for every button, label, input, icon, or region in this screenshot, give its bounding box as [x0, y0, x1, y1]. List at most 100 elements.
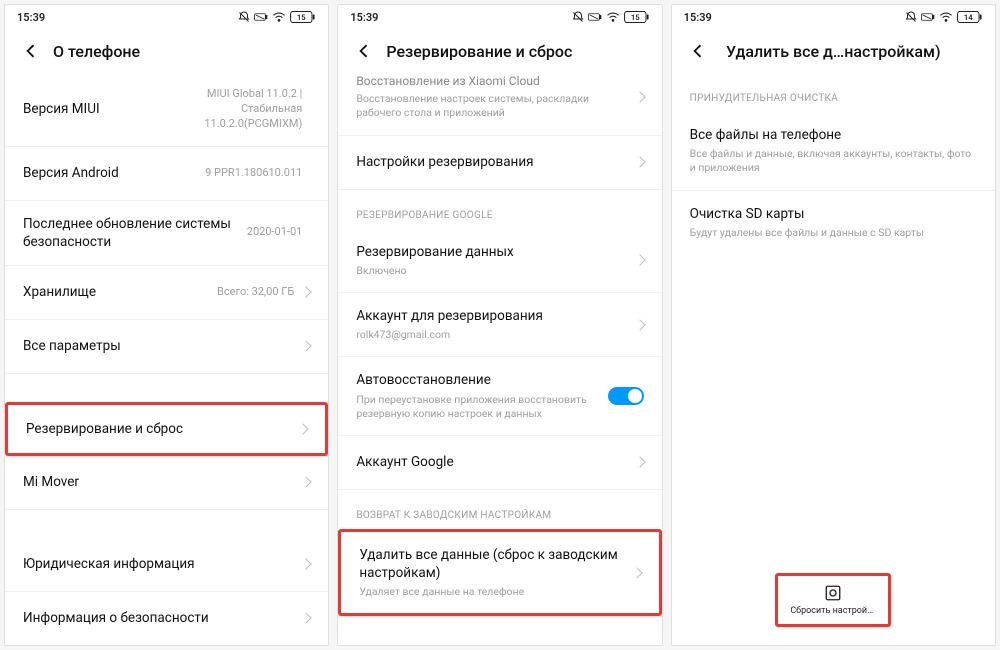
status-icons: 15 [572, 11, 650, 23]
row-label: Все файлы на телефоне [690, 126, 977, 144]
row-label: Резервирование и сброс [26, 420, 299, 438]
chevron-right-icon [634, 156, 645, 167]
row-mi-mover[interactable]: Mi Mover [5, 456, 328, 510]
row-sub: При переустановке приложения восстановит… [356, 393, 601, 421]
chevron-right-icon [298, 423, 309, 434]
back-button[interactable] [680, 33, 716, 69]
row-sub: Удаляет все данные на телефоне [359, 585, 632, 599]
chevron-right-icon [634, 457, 645, 468]
row-all-files[interactable]: Все файлы на телефоне Все файлы и данные… [672, 112, 995, 191]
row-label: Последнее обновление системы безопасност… [23, 215, 247, 251]
section-gap [5, 374, 328, 402]
battery-icon-small [254, 12, 268, 22]
status-icons: 15 [238, 11, 316, 23]
row-security-update[interactable]: Последнее обновление системы безопасност… [5, 201, 328, 266]
reset-settings-button[interactable]: Сбросить настройк… [775, 573, 891, 627]
row-backup-account[interactable]: Аккаунт для резервирования rolk473@gmail… [338, 293, 661, 357]
row-sub: rolk473@gmail.com [356, 328, 635, 342]
chevron-left-icon [688, 41, 708, 61]
row-label: Аккаунт для резервирования [356, 307, 635, 325]
screen-about-phone: 15:39 15 О телефоне Версия MIUI MIUI Glo… [4, 4, 329, 646]
row-storage[interactable]: Хранилище Всего: 32,00 ГБ [5, 266, 328, 320]
row-label: Информация о безопасности [23, 609, 302, 627]
section-header-google: РЕЗЕРВИРОВАНИЕ GOOGLE [338, 190, 661, 229]
row-sub: Включено [356, 264, 635, 278]
row-sub: Будут удалены все файлы и данные с SD ка… [690, 226, 977, 240]
battery-icon-small [921, 12, 935, 22]
row-google-account[interactable]: Аккаунт Google [338, 436, 661, 490]
row-label: Удалить все данные (сброс к заводским на… [359, 546, 632, 582]
chevron-right-icon [301, 613, 312, 624]
header: Удалить все д…настройкам) [672, 29, 995, 73]
chevron-right-icon [301, 341, 312, 352]
chevron-right-icon [301, 477, 312, 488]
dnd-icon [572, 11, 584, 23]
reset-icon [824, 584, 842, 602]
back-button[interactable] [346, 33, 382, 69]
page-title: О телефоне [53, 42, 320, 61]
row-miui-version[interactable]: Версия MIUI MIUI Global 11.0.2 | Стабиль… [5, 73, 328, 147]
chevron-left-icon [354, 41, 374, 61]
row-label: Хранилище [23, 283, 217, 301]
row-label: Все параметры [23, 337, 302, 355]
row-label: Автовосстановление [356, 371, 601, 389]
page-title: Удалить все д…настройкам) [726, 42, 941, 61]
row-value: 9 PPR1.180610.011 [205, 166, 302, 181]
row-label: Юридическая информация [23, 555, 302, 573]
chevron-right-icon [634, 91, 645, 102]
row-erase-all[interactable]: Удалить все данные (сброс к заводским на… [338, 529, 661, 617]
section-gap [5, 510, 328, 538]
row-security-info[interactable]: Информация о безопасности [5, 592, 328, 645]
row-backup-reset[interactable]: Резервирование и сброс [5, 402, 328, 456]
row-sub: Восстановление настроек системы, расклад… [356, 92, 635, 120]
dnd-icon [905, 11, 917, 23]
row-sub: Все файлы и данные, включая аккаунты, ко… [690, 147, 977, 175]
row-label: Версия Android [23, 164, 205, 182]
row-label: Mi Mover [23, 473, 302, 491]
svg-text:15: 15 [297, 13, 306, 22]
chevron-right-icon [631, 567, 642, 578]
button-label: Сбросить настройк… [790, 606, 876, 616]
status-time: 15:39 [17, 11, 45, 24]
chevron-left-icon [21, 41, 41, 61]
header: О телефоне [5, 29, 328, 73]
row-data-backup[interactable]: Резервирование данных Включено [338, 229, 661, 293]
screen-erase-all: 15:39 14 Удалить все д…настройкам) ПРИНУ… [671, 4, 996, 646]
row-backup-settings[interactable]: Настройки резервирования [338, 136, 661, 190]
row-label: Версия MIUI [23, 100, 152, 118]
content: Версия MIUI MIUI Global 11.0.2 | Стабиль… [5, 73, 328, 645]
wifi-icon [606, 12, 620, 22]
status-icons: 14 [905, 11, 983, 23]
chevron-right-icon [634, 255, 645, 266]
battery-icon: 15 [624, 11, 650, 23]
status-bar: 15:39 14 [672, 5, 995, 29]
chevron-right-icon [634, 319, 645, 330]
row-sd-cleanup[interactable]: Очистка SD карты Будут удалены все файлы… [672, 191, 995, 254]
row-label: Настройки резервирования [356, 153, 635, 171]
toggle-autorestore[interactable] [608, 387, 644, 405]
back-button[interactable] [13, 33, 49, 69]
wifi-icon [272, 12, 286, 22]
section-header-cleanup: ПРИНУДИТЕЛЬНАЯ ОЧИСТКА [672, 73, 995, 112]
chevron-right-icon [301, 559, 312, 570]
battery-icon: 15 [290, 11, 316, 23]
svg-text:14: 14 [964, 13, 973, 22]
battery-icon: 14 [957, 11, 983, 23]
svg-text:15: 15 [631, 13, 640, 22]
battery-icon-small [588, 12, 602, 22]
chevron-right-icon [301, 287, 312, 298]
row-value: 2020-01-01 [247, 225, 303, 240]
row-all-params[interactable]: Все параметры [5, 320, 328, 374]
row-value: MIUI Global 11.0.2 | Стабильная 11.0.2.0… [152, 87, 302, 132]
status-bar: 15:39 15 [338, 5, 661, 29]
header: Резервирование и сброс [338, 29, 661, 73]
row-autorestore[interactable]: Автовосстановление При переустановке при… [338, 357, 661, 436]
status-time: 15:39 [684, 11, 712, 24]
row-label: Аккаунт Google [356, 453, 635, 471]
row-label: Резервирование данных [356, 243, 635, 261]
wifi-icon [939, 12, 953, 22]
row-android-version[interactable]: Версия Android 9 PPR1.180610.011 [5, 147, 328, 201]
dnd-icon [238, 11, 250, 23]
row-xiaomi-cloud-restore[interactable]: Восстановление из Xiaomi Cloud Восстанов… [338, 73, 661, 136]
row-legal[interactable]: Юридическая информация [5, 538, 328, 592]
